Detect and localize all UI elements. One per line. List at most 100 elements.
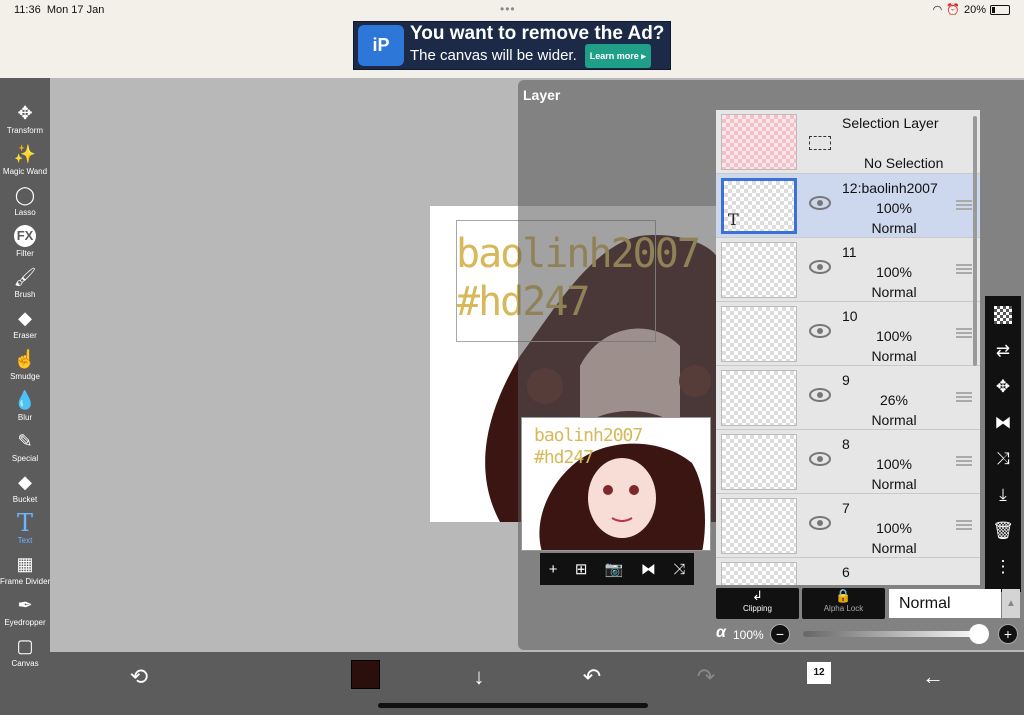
eraser-icon: ◆ xyxy=(18,308,32,328)
multitask-dots[interactable]: ••• xyxy=(500,2,516,16)
more-options-button[interactable]: ⋮ xyxy=(985,552,1021,582)
back-arrow-icon[interactable]: ← xyxy=(916,662,950,692)
selection-layer-row[interactable]: Selection Layer No Selection xyxy=(716,110,980,174)
layer-row[interactable]: 8 100% Normal xyxy=(716,430,980,494)
layer-thumbnail xyxy=(721,498,797,554)
home-indicator[interactable] xyxy=(378,703,648,708)
eye-icon[interactable] xyxy=(809,260,831,274)
layer-opacity: 26% xyxy=(879,392,909,408)
status-time: 11:36 Mon 17 Jan xyxy=(14,4,105,16)
layer-panel-title: Layer xyxy=(523,87,561,103)
status-bar: 11:36 Mon 17 Jan ••• ◠ ⏰ 20% xyxy=(0,0,1024,20)
layer-row[interactable]: 11 100% Normal xyxy=(716,238,980,302)
tool-lasso[interactable]: ◯ Lasso xyxy=(0,184,50,225)
drag-handle-icon[interactable] xyxy=(956,456,972,466)
drag-handle-icon[interactable] xyxy=(956,200,972,210)
camera-icon[interactable]: 📷 xyxy=(605,560,624,578)
ibispaint-logo-icon: iP xyxy=(358,25,404,66)
tool-brush[interactable]: 🖌 Brush xyxy=(0,266,50,307)
merge-down-button[interactable]: ⤓ xyxy=(985,480,1021,510)
tool-filter[interactable]: FX Filter xyxy=(0,225,50,266)
layer-row[interactable]: 9 26% Normal xyxy=(716,366,980,430)
flip-vertical-icon[interactable]: ⤨ xyxy=(673,561,685,578)
blend-mode-arrow-icon[interactable]: ▲ xyxy=(1002,589,1020,618)
opacity-increase-button[interactable]: + xyxy=(998,624,1018,644)
flip-horizontal-icon[interactable]: ⧓ xyxy=(641,560,656,578)
layer-name: 11 xyxy=(842,244,857,260)
eye-icon[interactable] xyxy=(809,196,831,210)
special-pen-icon: ✎ xyxy=(17,431,33,451)
layer-blend-mode: Normal xyxy=(871,220,917,236)
alpha-lock-button[interactable]: 🔒 Alpha Lock xyxy=(802,588,885,619)
layer-opacity: 100% xyxy=(876,328,912,344)
eye-icon[interactable] xyxy=(809,452,831,466)
tool-text[interactable]: T Text xyxy=(0,509,50,553)
blend-mode-select[interactable]: Normal xyxy=(889,589,1001,618)
layer-name: 7 xyxy=(842,500,850,516)
clipping-button[interactable]: ↲ Clipping xyxy=(716,588,799,619)
redo-icon[interactable]: ↷ xyxy=(689,662,723,692)
ad-banner[interactable]: iP You want to remove the Ad? The canvas… xyxy=(353,21,671,70)
preview-toolbar: + ⊞ 📷 ⧓ ⤨ xyxy=(540,553,694,585)
tool-eraser[interactable]: ◆ Eraser xyxy=(0,307,50,348)
status-right: ◠ ⏰ 20% xyxy=(933,3,1010,16)
ad-headline: You want to remove the Ad? xyxy=(410,22,665,44)
flip-vertical-button[interactable]: ⤨ xyxy=(985,444,1021,474)
opacity-decrease-button[interactable]: − xyxy=(770,624,790,644)
selection-layer-title: Selection Layer xyxy=(842,115,939,131)
undo-icon[interactable]: ↶ xyxy=(575,662,609,692)
tool-smudge[interactable]: ☝ Smudge xyxy=(0,348,50,389)
layers-count-button[interactable]: 12 xyxy=(807,662,831,684)
layer-row[interactable]: 6 xyxy=(716,558,980,585)
layer-list-scrollbar[interactable] xyxy=(973,116,977,366)
layer-thumbnail xyxy=(721,562,797,585)
layer-preview[interactable]: baolinh2007 #hd247 xyxy=(521,417,711,551)
layer-move-button[interactable]: ✥ xyxy=(985,372,1021,402)
flip-horizontal-button[interactable]: ⧓ xyxy=(985,408,1021,438)
layer-blend-mode: Normal xyxy=(871,284,917,300)
eye-icon[interactable] xyxy=(809,324,831,338)
flip-horizontal-icon: ⧓ xyxy=(994,413,1012,432)
add-layer-icon[interactable]: + xyxy=(549,561,558,578)
opacity-slider-knob[interactable] xyxy=(969,624,989,644)
ad-subline: The canvas will be wider. xyxy=(410,46,577,64)
add-layer-copy-icon[interactable]: ⊞ xyxy=(575,560,588,578)
layer-name: 12:baolinh2007 xyxy=(842,180,938,196)
tool-magic-wand[interactable]: ✨ Magic Wand xyxy=(0,143,50,184)
eye-icon[interactable] xyxy=(809,388,831,402)
layer-thumbnail xyxy=(721,370,797,426)
layer-blend-mode: Normal xyxy=(871,348,917,364)
brush-icon: 🖌 xyxy=(13,267,37,287)
preview-text-line1: baolinh2007 xyxy=(534,425,643,446)
tool-bucket[interactable]: ◆ Bucket xyxy=(0,471,50,512)
drag-handle-icon[interactable] xyxy=(956,520,972,530)
transform-toggle-icon[interactable]: ⟲ xyxy=(122,662,156,692)
layer-side-toolbar: ⇄ ✥ ⧓ ⤨ ⤓ 🗑 ⋮ xyxy=(985,296,1021,592)
text-t-icon: T xyxy=(16,509,33,537)
transparent-background-button[interactable] xyxy=(985,300,1021,330)
tool-blur[interactable]: 💧 Blur xyxy=(0,389,50,430)
layer-row[interactable]: T 12:baolinh2007 100% Normal xyxy=(716,174,980,238)
drag-handle-icon[interactable] xyxy=(956,328,972,338)
drag-handle-icon[interactable] xyxy=(956,392,972,402)
delete-layer-button[interactable]: 🗑 xyxy=(985,516,1021,546)
arrow-down-icon[interactable]: ↓ xyxy=(462,662,496,692)
tool-transform[interactable]: ✥ Transform xyxy=(0,102,50,143)
opacity-slider[interactable] xyxy=(803,631,983,637)
eye-icon[interactable] xyxy=(809,516,831,530)
layer-swap-button[interactable]: ⇄ xyxy=(985,336,1021,366)
drag-handle-icon[interactable] xyxy=(956,264,972,274)
tool-eyedropper[interactable]: ✒ Eyedropper xyxy=(0,594,50,635)
tool-frame-divider[interactable]: ▦ Frame Divider xyxy=(0,553,50,594)
layer-row[interactable]: 10 100% Normal xyxy=(716,302,980,366)
droplet-icon: 💧 xyxy=(13,390,37,410)
learn-more-button[interactable]: Learn more ▸ xyxy=(584,43,651,68)
layer-opacity: 100% xyxy=(876,264,912,280)
tool-canvas[interactable]: ▢ Canvas xyxy=(0,635,50,676)
layer-list: Selection Layer No Selection T 12:baolin… xyxy=(716,110,980,585)
tool-special[interactable]: ✎ Special xyxy=(0,430,50,471)
layer-row[interactable]: 7 100% Normal xyxy=(716,494,980,558)
move-arrows-icon: ✥ xyxy=(995,377,1011,396)
opacity-value: 100% xyxy=(733,628,764,642)
current-color-swatch[interactable] xyxy=(351,660,380,689)
